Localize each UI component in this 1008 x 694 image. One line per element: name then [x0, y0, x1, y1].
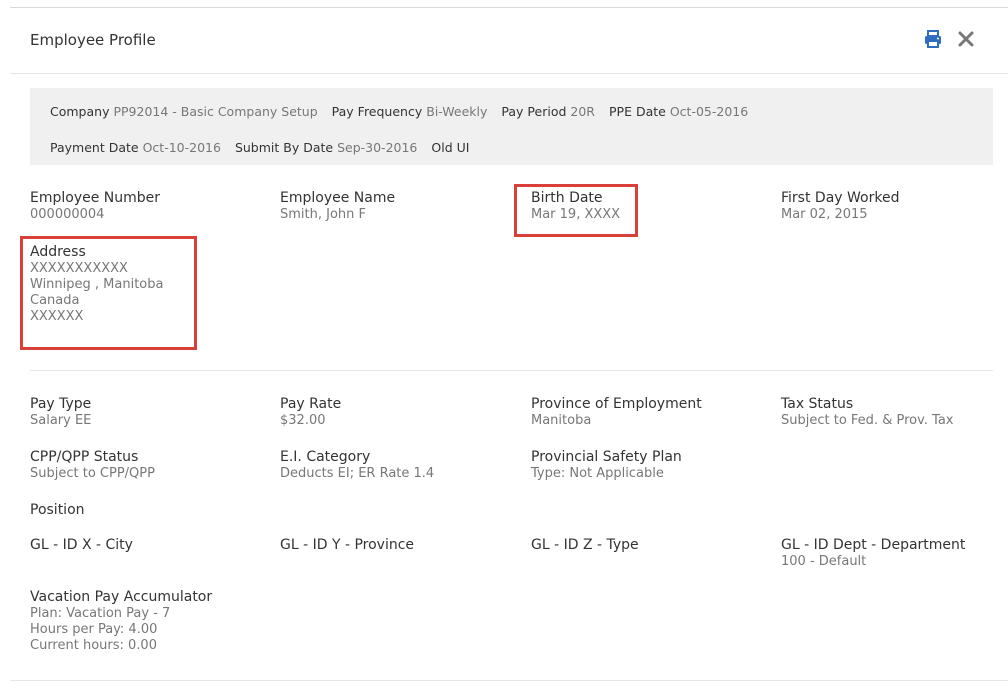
province-field: Province of Employment Manitoba	[531, 395, 702, 429]
employee-name-field: Employee Name Smith, John F	[280, 189, 395, 223]
safety-plan-field: Provincial Safety Plan Type: Not Applica…	[531, 448, 682, 482]
pay-rate-label: Pay Rate	[280, 396, 342, 412]
first-day-worked-field: First Day Worked Mar 02, 2015	[781, 189, 899, 223]
pay-type-label: Pay Type	[30, 396, 92, 412]
close-icon	[958, 31, 974, 47]
province-value: Manitoba	[531, 413, 592, 428]
cpp-status-value: Subject to CPP/QPP	[30, 466, 155, 481]
vacation-plan: Plan: Vacation Pay - 7	[30, 606, 171, 621]
print-button[interactable]	[922, 28, 944, 50]
first-day-worked-value: Mar 02, 2015	[781, 207, 868, 222]
employee-number-label: Employee Number	[30, 190, 161, 206]
pay-rate-value: $32.00	[280, 413, 326, 428]
submit-by-label: Submit By Date	[234, 140, 334, 155]
province-label: Province of Employment	[531, 396, 702, 412]
address-highlight	[20, 236, 197, 350]
info-row-2: Payment Date Oct-10-2016 Submit By Date Sep…	[50, 140, 473, 155]
ei-category-value: Deducts EI; ER Rate 1.4	[280, 466, 435, 481]
gl-z-label: GL - ID Z - Type	[531, 537, 639, 553]
vacation-current-hours: Current hours: 0.00	[30, 638, 157, 653]
birth-date-highlight	[514, 184, 638, 237]
vacation-pay-field: Vacation Pay Accumulator Plan: Vacation …	[30, 588, 212, 654]
position-field: Position	[30, 501, 85, 519]
info-row-1: Company PP92014 - Basic Company Setup Pay …	[50, 104, 762, 119]
employee-number-value: 000000004	[30, 207, 105, 222]
employee-name-value: Smith, John F	[280, 207, 367, 222]
pay-frequency-value: Bi-Weekly	[426, 104, 488, 119]
gl-dept-label: GL - ID Dept - Department	[781, 537, 966, 553]
gl-z-field: GL - ID Z - Type	[531, 536, 639, 554]
gl-y-label: GL - ID Y - Province	[280, 537, 415, 553]
cpp-status-field: CPP/QPP Status Subject to CPP/QPP	[30, 448, 155, 482]
tax-status-label: Tax Status	[781, 396, 854, 412]
page-title: Employee Profile	[30, 31, 156, 49]
gl-dept-value: 100 - Default	[781, 554, 867, 569]
section-divider	[30, 370, 993, 371]
pay-type-value: Salary EE	[30, 413, 92, 428]
print-icon	[925, 30, 941, 48]
pay-period-value: 20R	[570, 104, 595, 119]
gl-y-field: GL - ID Y - Province	[280, 536, 414, 554]
vacation-pay-label: Vacation Pay Accumulator	[30, 589, 213, 605]
employee-number-field: Employee Number 000000004	[30, 189, 160, 223]
ppe-date-label: PPE Date	[609, 104, 666, 119]
payment-date-label: Payment Date	[50, 140, 139, 155]
ei-category-label: E.I. Category	[280, 449, 371, 465]
tax-status-field: Tax Status Subject to Fed. & Prov. Tax	[781, 395, 954, 429]
tax-status-value: Subject to Fed. & Prov. Tax	[781, 413, 954, 428]
cpp-status-label: CPP/QPP Status	[30, 449, 139, 465]
pay-info-bar: Company PP92014 - Basic Company Setup Pay …	[30, 88, 993, 165]
first-day-worked-label: First Day Worked	[781, 190, 900, 206]
vacation-hours-per-pay: Hours per Pay: 4.00	[30, 622, 158, 637]
close-button[interactable]	[955, 28, 977, 50]
pay-period-label: Pay Period	[501, 104, 567, 119]
gl-x-field: GL - ID X - City	[30, 536, 133, 554]
position-label: Position	[30, 502, 85, 518]
pay-rate-field: Pay Rate $32.00	[280, 395, 341, 429]
employee-name-label: Employee Name	[280, 190, 396, 206]
payment-date-value: Oct-10-2016	[142, 140, 221, 155]
modal-header: Employee Profile	[10, 8, 1008, 74]
company-label: Company	[50, 104, 110, 119]
safety-plan-label: Provincial Safety Plan	[531, 449, 682, 465]
safety-plan-value: Type: Not Applicable	[531, 466, 664, 481]
submit-by-value: Sep-30-2016	[337, 140, 418, 155]
ppe-date-value: Oct-05-2016	[669, 104, 749, 119]
pay-frequency-label: Pay Frequency	[331, 104, 423, 119]
ei-category-field: E.I. Category Deducts EI; ER Rate 1.4	[280, 448, 434, 482]
company-value: PP92014 - Basic Company Setup	[113, 104, 318, 119]
gl-dept-field: GL - ID Dept - Department 100 - Default	[781, 536, 965, 570]
pay-type-field: Pay Type Salary EE	[30, 395, 91, 429]
gl-x-label: GL - ID X - City	[30, 537, 133, 553]
bottom-border	[10, 680, 1008, 681]
old-ui-link[interactable]: Old UI	[431, 140, 469, 155]
